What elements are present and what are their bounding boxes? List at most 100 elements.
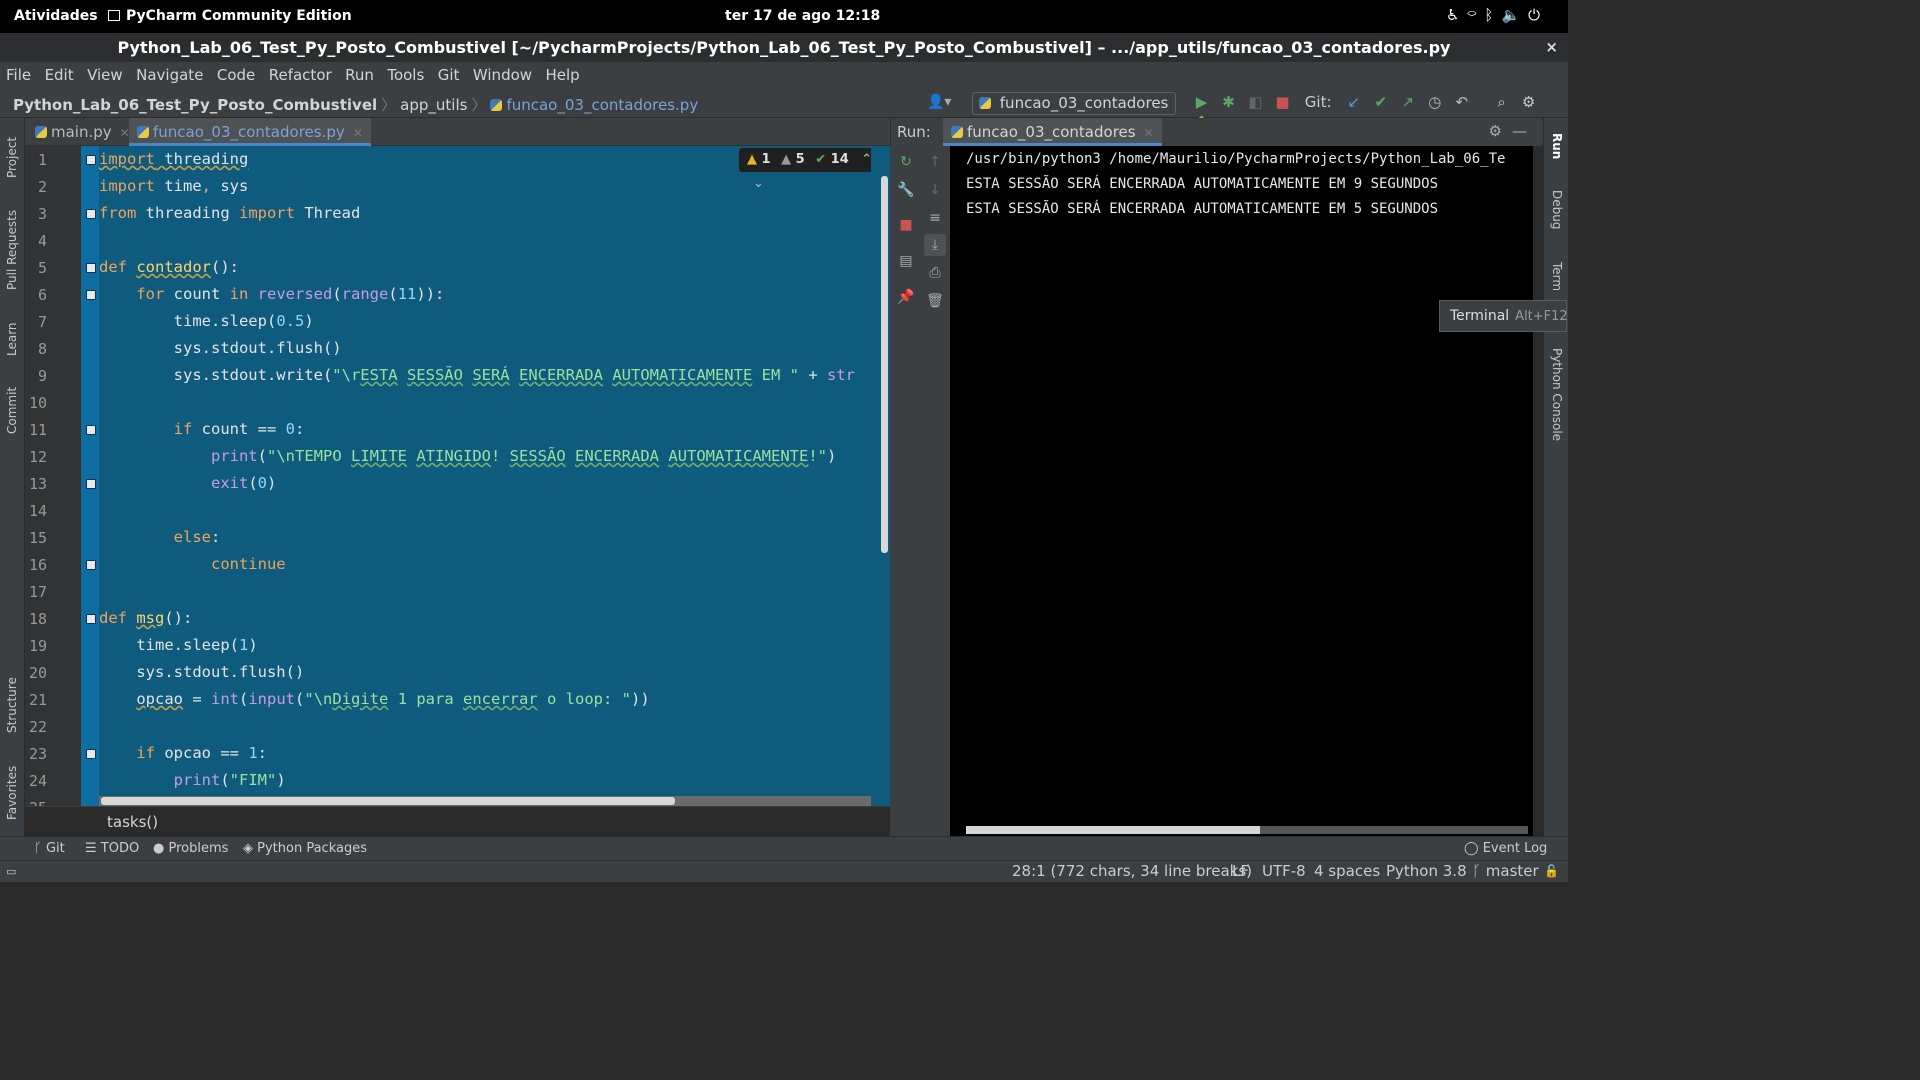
settings-icon[interactable]: ⚙	[1515, 93, 1542, 111]
fold-icon[interactable]	[86, 479, 96, 489]
menu-help[interactable]: Help	[543, 62, 583, 84]
minimize-icon[interactable]: —	[1512, 122, 1537, 140]
lock-icon[interactable]: 🔓	[1544, 864, 1559, 878]
close-tab-icon[interactable]: ✕	[1144, 126, 1154, 140]
code-line: if opcao == 1:	[136, 744, 268, 762]
settings-icon[interactable]: ⚙	[1489, 122, 1512, 140]
menu-file[interactable]: File	[3, 62, 34, 84]
close-tab-icon[interactable]: ✕	[353, 126, 363, 140]
fold-icon[interactable]	[86, 263, 96, 273]
app-menu[interactable]: PyCharm Community Edition	[108, 8, 352, 24]
line-number: 16	[28, 556, 47, 574]
run-tool-tab[interactable]: Run	[1544, 126, 1569, 166]
debug-tool-tab[interactable]: Debug	[1544, 182, 1569, 237]
fold-icon[interactable]	[86, 749, 96, 759]
line-number-gutter[interactable]: 1 2 3 4 5 6 7 8 9 10 11 12 13 14 15 16 1…	[25, 146, 81, 806]
chevron-down-icon[interactable]: ⌄	[753, 176, 764, 191]
soft-wrap-icon[interactable]: ≡	[924, 207, 946, 229]
commit-tool-tab[interactable]: Commit	[0, 380, 25, 440]
console-horizontal-scrollbar[interactable]	[966, 826, 1528, 834]
rerun-icon[interactable]: ↻	[895, 151, 917, 173]
left-tool-stripe: Project Pull Requests Learn Commit Struc…	[0, 118, 25, 858]
history-icon[interactable]: ◷	[1421, 93, 1448, 111]
activities-button[interactable]: Atividades	[14, 8, 98, 24]
problems-tool-button[interactable]: ● Problems	[153, 841, 228, 856]
git-branch[interactable]: ᚴ master	[1472, 862, 1539, 880]
todo-tool-button[interactable]: ☰ TODO	[85, 841, 139, 856]
user-icon[interactable]: 👤▾	[927, 94, 951, 110]
debug-icon[interactable]: ✱	[1215, 93, 1242, 111]
system-tray[interactable]: ♿⌔ᛒ🔈⏻	[1446, 6, 1548, 24]
fold-icon[interactable]	[86, 425, 96, 435]
fold-icon[interactable]	[86, 290, 96, 300]
code-breadcrumb[interactable]: tasks()	[107, 813, 158, 831]
pull-requests-tool-tab[interactable]: Pull Requests	[0, 202, 25, 297]
line-separator[interactable]: LF	[1232, 862, 1249, 880]
run-configuration-select[interactable]: funcao_03_contadores ▾	[972, 92, 1176, 130]
chevron-up-icon[interactable]: ⌃	[861, 152, 871, 167]
python-packages-tool-button[interactable]: ◈ Python Packages	[243, 841, 367, 856]
down-arrow-icon[interactable]: ↓	[924, 179, 946, 201]
stop-icon[interactable]: ■	[895, 214, 917, 236]
menu-navigate[interactable]: Navigate	[133, 62, 206, 84]
fold-icon[interactable]	[86, 560, 96, 570]
indentation[interactable]: 4 spaces	[1314, 862, 1380, 880]
menu-run[interactable]: Run	[342, 62, 377, 84]
git-tool-button[interactable]: ᚴ Git	[34, 841, 65, 856]
trash-icon[interactable]: 🗑	[924, 290, 946, 312]
editor-horizontal-scrollbar[interactable]	[99, 796, 871, 806]
close-window-button[interactable]: ×	[1545, 33, 1558, 62]
coverage-icon[interactable]: ◧	[1242, 93, 1269, 111]
breadcrumb-folder[interactable]: app_utils	[400, 96, 467, 114]
toggle-tool-windows-icon[interactable]: ▭	[6, 865, 16, 878]
tab-funcao-03-contadores[interactable]: funcao_03_contadores.py ✕	[129, 118, 371, 146]
scrollbar-thumb[interactable]	[101, 797, 675, 805]
pin-icon[interactable]: 📌	[895, 286, 917, 308]
fold-icon[interactable]	[86, 155, 96, 165]
wrench-icon[interactable]: 🔧	[895, 179, 917, 201]
weak-warning-count: 5	[795, 152, 805, 167]
learn-tool-tab[interactable]: Learn	[0, 314, 25, 364]
menu-window[interactable]: Window	[470, 62, 535, 84]
menu-git[interactable]: Git	[435, 62, 463, 84]
git-push-icon[interactable]: ↗	[1394, 93, 1421, 111]
run-tab[interactable]: funcao_03_contadores ✕	[943, 118, 1162, 146]
terminal-tool-tab[interactable]: Term	[1544, 252, 1569, 302]
event-log-button[interactable]: ◯ Event Log	[1464, 841, 1547, 856]
fold-icon[interactable]	[86, 614, 96, 624]
menu-code[interactable]: Code	[214, 62, 258, 84]
search-icon[interactable]: ⌕	[1488, 93, 1515, 111]
breadcrumb-file[interactable]: funcao_03_contadores.py	[506, 96, 698, 114]
tab-main-py[interactable]: main.py ✕	[27, 118, 138, 146]
up-arrow-icon[interactable]: ↑	[924, 151, 946, 173]
line-number: 20	[28, 664, 47, 682]
scrollbar-thumb[interactable]	[881, 176, 888, 553]
menu-view[interactable]: View	[84, 62, 126, 84]
menu-edit[interactable]: Edit	[42, 62, 77, 84]
python-interpreter[interactable]: Python 3.8	[1386, 862, 1467, 880]
inspection-widget[interactable]: ▲ 1 ▲ 5 ✔ 14 ⌃ ⌄	[739, 148, 871, 191]
favorites-tool-tab[interactable]: Favorites	[0, 758, 25, 828]
project-tool-tab[interactable]: Project	[0, 124, 25, 190]
code-editor[interactable]: import threading import time, sys from t…	[99, 146, 871, 796]
menu-refactor[interactable]: Refactor	[266, 62, 335, 84]
editor-vertical-scrollbar[interactable]	[871, 146, 890, 806]
structure-tool-tab[interactable]: Structure	[0, 670, 25, 740]
breadcrumb-project[interactable]: Python_Lab_06_Test_Py_Posto_Combustivel	[13, 96, 377, 114]
print-icon[interactable]: ⎙	[924, 262, 946, 284]
scroll-to-end-icon[interactable]: ⤓	[924, 234, 946, 256]
run-icon[interactable]: ▶	[1188, 93, 1215, 111]
run-console[interactable]: /usr/bin/python3 /home/Maurilio/PycharmP…	[950, 146, 1533, 836]
stop-icon[interactable]: ■	[1269, 93, 1296, 111]
python-console-tool-tab[interactable]: Python Console	[1544, 340, 1569, 450]
clock[interactable]: ter 17 de ago 12:18	[725, 8, 880, 24]
git-update-icon[interactable]: ↙	[1340, 93, 1367, 111]
layout-icon[interactable]: ▤	[895, 250, 917, 272]
git-commit-icon[interactable]: ✔	[1367, 93, 1394, 111]
menu-tools[interactable]: Tools	[384, 62, 427, 84]
fold-icon[interactable]	[86, 209, 96, 219]
caret-position[interactable]: 28:1 (772 chars, 34 line breaks)	[1012, 862, 1252, 880]
scrollbar-thumb[interactable]	[966, 826, 1260, 834]
rollback-icon[interactable]: ↶	[1448, 93, 1475, 111]
file-encoding[interactable]: UTF-8	[1262, 862, 1306, 880]
